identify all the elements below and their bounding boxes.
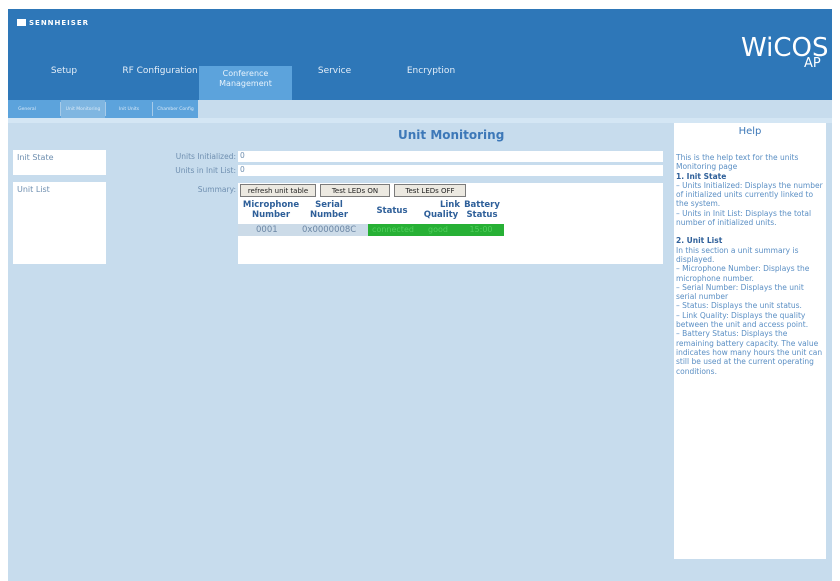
units-in-init-list-value: 0	[238, 165, 663, 176]
help-body: This is the help text for the units Moni…	[676, 153, 826, 376]
header-line: Status	[466, 210, 498, 220]
unit-list-section: Unit List	[13, 182, 106, 264]
refresh-unit-table-button[interactable]: refresh unit table	[240, 184, 316, 197]
logo-text: SENNHEISER	[29, 19, 89, 27]
help-line: – Status: Displays the unit status.	[676, 301, 802, 311]
subtab-init-units[interactable]: Init Units	[106, 100, 152, 118]
help-line: – Units Initialized: Displays the number…	[676, 180, 823, 209]
units-initialized-value: 0	[238, 151, 663, 162]
column-header-link-quality: Link Quality	[420, 200, 462, 220]
header-line: Quality	[423, 210, 459, 220]
product-sub: AP	[804, 56, 821, 71]
column-header-status: Status	[376, 206, 408, 216]
test-leds-on-button[interactable]: Test LEDs ON	[320, 184, 390, 197]
tab-rf-configuration[interactable]: RF Configuration	[120, 66, 200, 76]
subtab-unit-monitoring[interactable]: Unit Monitoring	[61, 100, 105, 118]
cell-serial-number: 0x0000008C	[302, 225, 357, 235]
test-leds-off-button[interactable]: Test LEDs OFF	[394, 184, 466, 197]
column-header-battery-status: Battery Status	[460, 200, 504, 220]
page-title: Unit Monitoring	[398, 128, 505, 142]
help-line: – Serial Number: Displays the unit seria…	[676, 282, 804, 302]
tab-service[interactable]: Service	[312, 66, 357, 76]
cell-status: connected	[368, 224, 418, 236]
cell-microphone-number: 0001	[256, 225, 278, 235]
help-title: Help	[738, 126, 762, 137]
brand-logo: SENNHEISER	[17, 19, 89, 27]
help-spacer	[676, 227, 826, 236]
help-section-title: 1. Init State	[676, 171, 727, 181]
header-line: Serial	[315, 200, 343, 210]
help-line: – Link Quality: Displays the quality bet…	[676, 310, 809, 330]
logo-mark-icon	[17, 19, 26, 26]
tab-setup[interactable]: Setup	[39, 66, 89, 76]
header-bar	[8, 9, 832, 100]
help-section-title: 2. Unit List	[676, 236, 723, 246]
subtab-chamber-config[interactable]: Chamber Config	[153, 100, 198, 118]
cell-battery-status: 15:00	[458, 224, 504, 236]
header-line: Number	[309, 210, 349, 220]
unit-list-label: Unit List	[17, 185, 50, 194]
help-line: – Battery Status: Displays the remaining…	[676, 329, 823, 376]
tab-encryption[interactable]: Encryption	[396, 66, 466, 76]
units-initialized-label: Units Initialized:	[175, 152, 236, 161]
header-line: Microphone	[242, 200, 300, 210]
subtab-general[interactable]: General	[8, 100, 46, 118]
header-line: Number	[251, 210, 291, 220]
help-line: In this section a unit summary is displa…	[676, 245, 799, 264]
column-header-microphone-number: Microphone Number	[239, 200, 303, 220]
help-panel: Help This is the help text for the units…	[674, 123, 826, 559]
tab-conference-management[interactable]: Conference Management	[199, 66, 292, 100]
header-line: Link	[439, 200, 460, 210]
summary-label: Summary:	[197, 185, 236, 194]
units-in-init-list-label: Units in Init List:	[175, 166, 236, 175]
init-state-section: Init State	[13, 150, 106, 175]
init-state-label: Init State	[17, 153, 54, 162]
help-line: – Units in Init List: Displays the total…	[676, 208, 812, 228]
help-line: – Microphone Number: Displays the microp…	[676, 264, 810, 283]
column-header-serial-number: Serial Number	[299, 200, 359, 220]
help-intro: This is the help text for the units Moni…	[676, 153, 799, 172]
cell-link-quality: good	[418, 224, 458, 236]
header-line: Battery	[464, 200, 500, 210]
